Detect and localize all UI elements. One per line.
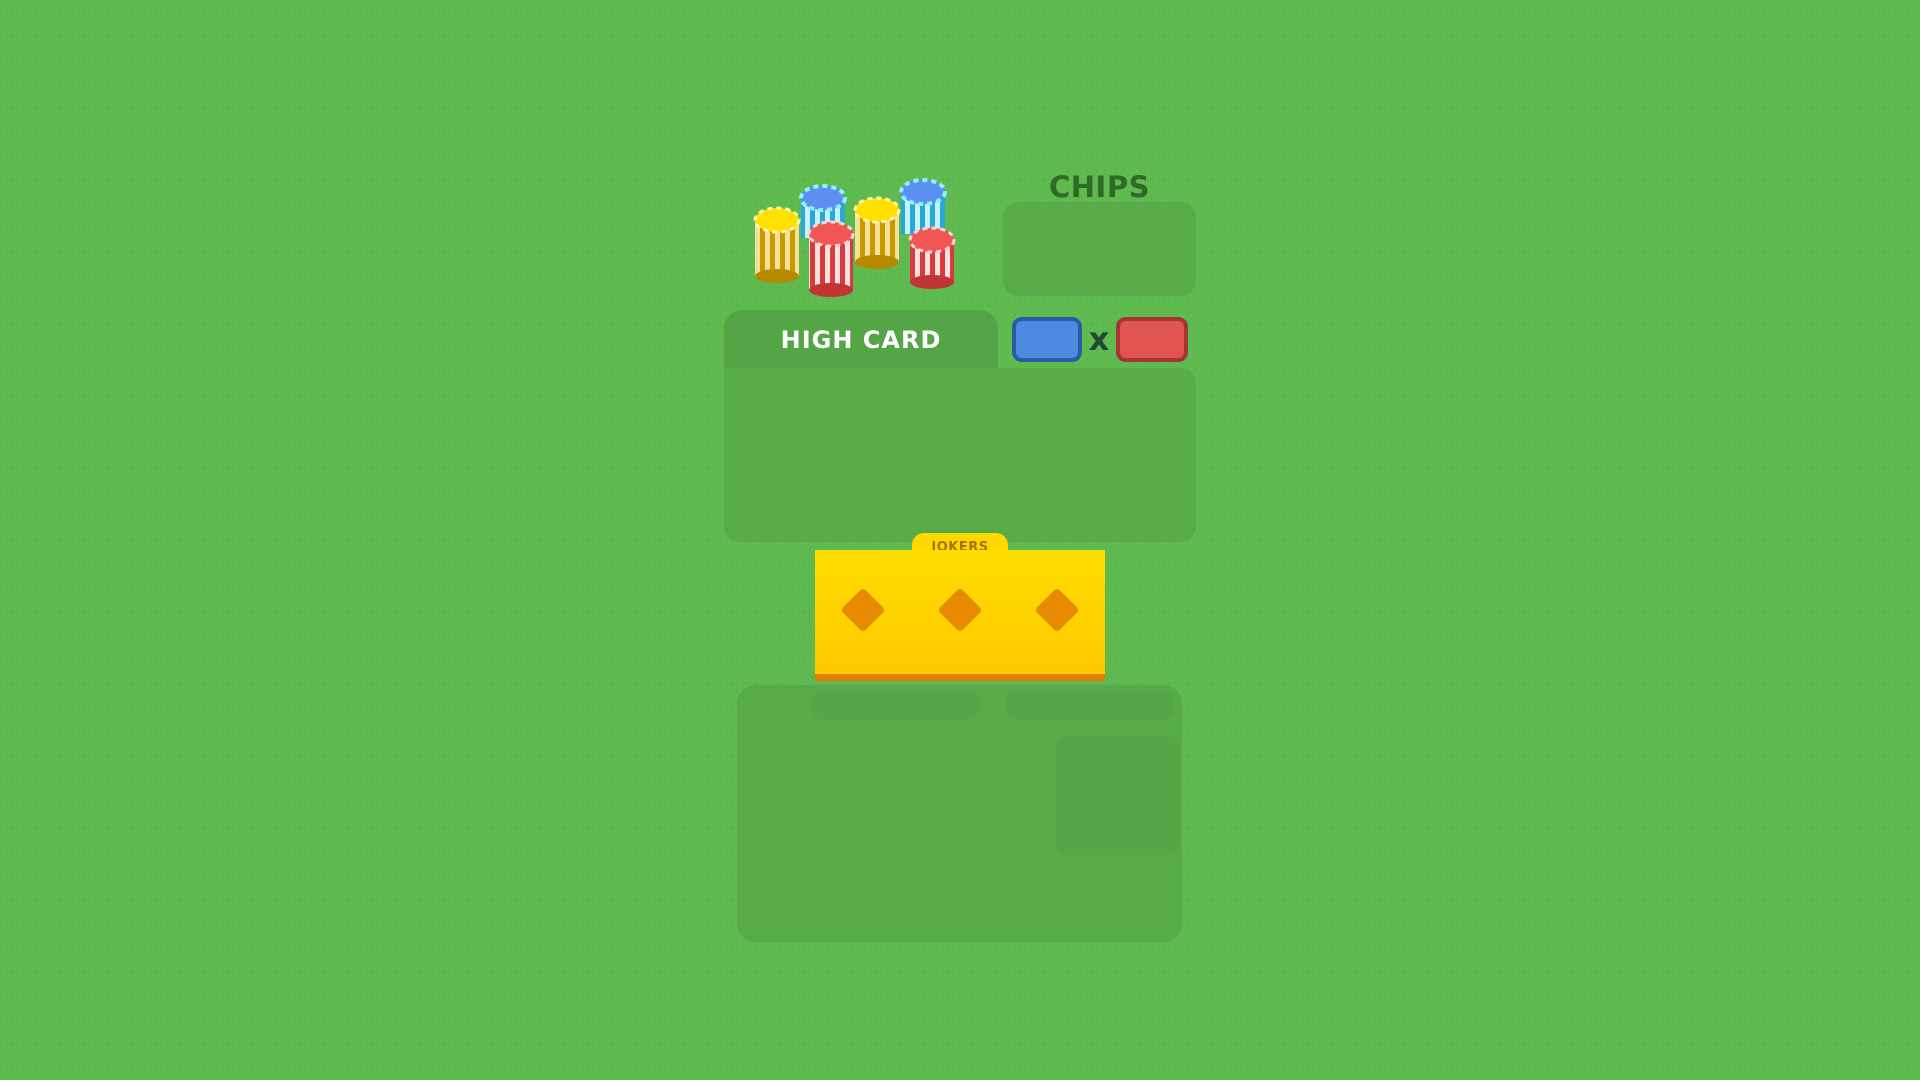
card-slot-shadow [1005, 690, 1175, 720]
mult-value-box [1116, 317, 1188, 362]
yellow-chip-stack-icon [853, 196, 901, 269]
card-slot-shadow [810, 690, 980, 720]
diamond-icon[interactable] [1034, 587, 1080, 633]
red-chip-stack-icon [807, 220, 855, 297]
hand-name-label: HIGH CARD [780, 326, 942, 354]
diamond-icon[interactable] [937, 587, 983, 633]
red-chip-stack-icon [908, 226, 956, 289]
diamond-icon[interactable] [840, 587, 886, 633]
hand-name-tab: HIGH CARD [724, 310, 998, 370]
chips-title: CHIPS [1049, 170, 1150, 204]
jokers-tray[interactable] [815, 550, 1105, 681]
chips-total-box [1003, 202, 1196, 296]
chip-stacks-icon [753, 178, 956, 297]
blue-chip-stack-icon [899, 178, 947, 234]
chip-value-box [1012, 317, 1082, 362]
times-icon: x [1088, 320, 1110, 358]
played-hand-area [724, 368, 1196, 542]
yellow-chip-stack-icon [753, 206, 801, 283]
card-slot-shadow [1055, 735, 1180, 855]
